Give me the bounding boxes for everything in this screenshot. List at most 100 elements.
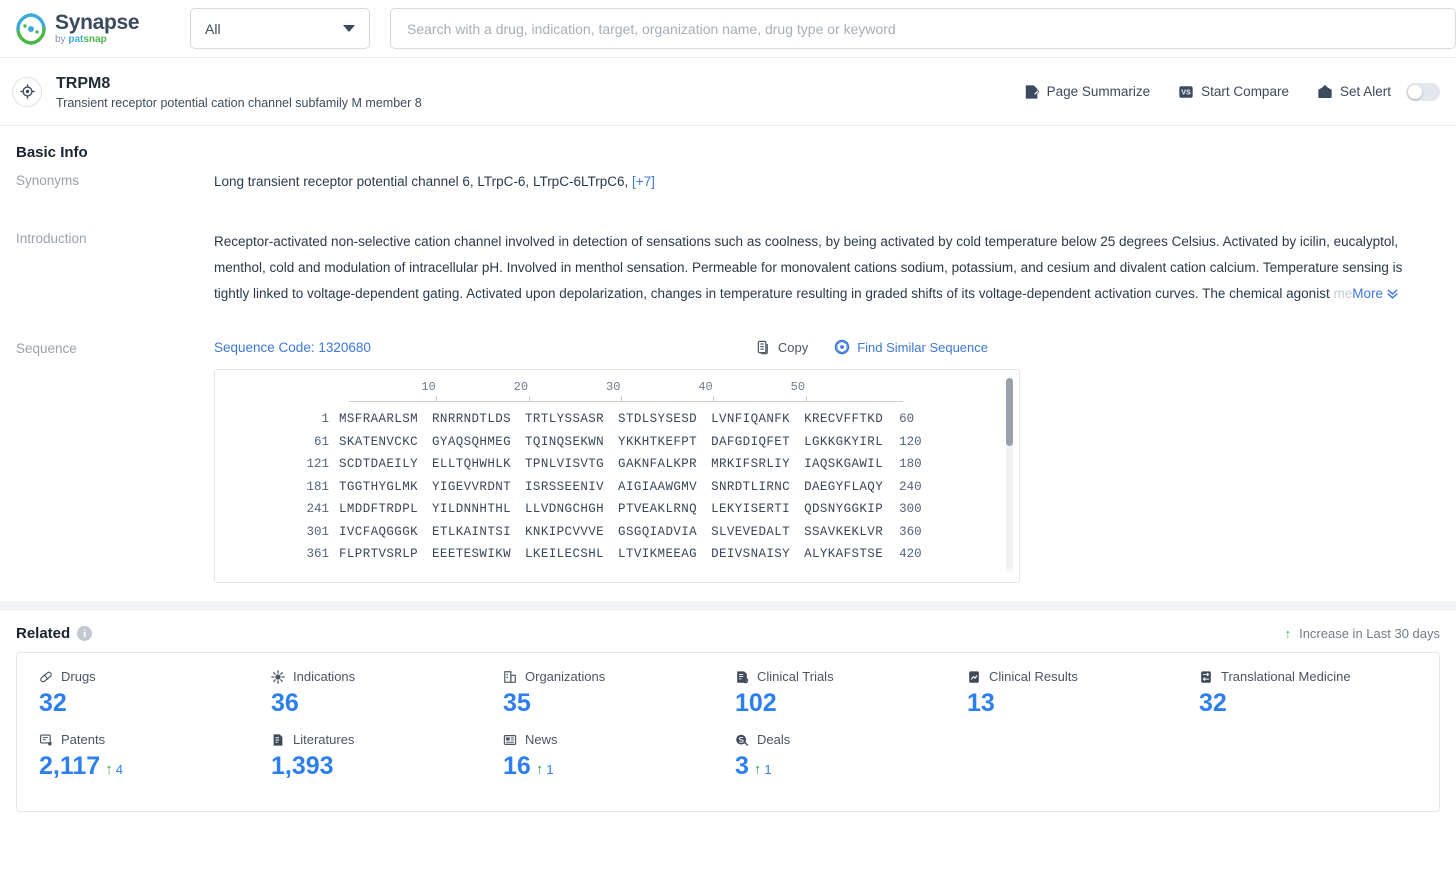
sequence-chunk: SCDTDAEILY: [339, 457, 419, 472]
start-compare-button[interactable]: VS Start Compare: [1178, 84, 1289, 100]
page-summarize-label: Page Summarize: [1046, 84, 1151, 99]
page-title: TRPM8: [56, 74, 111, 92]
info-icon[interactable]: i: [77, 626, 93, 641]
chevron-down-icon: [343, 25, 355, 32]
global-search-input[interactable]: Search with a drug, indication, target, …: [390, 8, 1456, 49]
sequence-scrollbar-thumb[interactable]: [1006, 378, 1013, 446]
related-stat-value-row: 36: [271, 689, 481, 718]
search-scope-select[interactable]: All: [190, 8, 370, 49]
related-stat-value: 32: [1199, 689, 1227, 717]
up-arrow-icon: ↑: [753, 761, 762, 778]
sequence-line: 61 SKATENVCKC GYAQSQHMEG TQINQSEKWN YKKHTKEF…: [215, 431, 1019, 454]
section-divider: [0, 601, 1456, 611]
related-stat-value: 102: [735, 689, 777, 717]
related-stat-indications[interactable]: Indications 36: [249, 669, 481, 718]
deals-icon: [735, 733, 749, 747]
related-stat-organizations[interactable]: Organizations 35: [481, 669, 713, 718]
sequence-chunk: KRECVFFTKD: [804, 412, 884, 427]
clinical-trials-icon: [735, 670, 749, 684]
related-stat-value-row: 13: [967, 689, 1177, 718]
set-alert-label: Set Alert: [1339, 84, 1391, 99]
introduction-more-link[interactable]: More: [1352, 286, 1399, 301]
related-stats-grid: Drugs 32 Indications 36 Organizations 35 Clini…: [17, 669, 1439, 795]
entity-description: Transient receptor potential cation chan…: [56, 95, 422, 110]
sequence-line: 181 TGGTHYGLMK YIGEVVRDNT ISRSSEENIV AIGIAAW…: [215, 476, 1019, 499]
related-stat-news[interactable]: News 16 ↑ 1: [481, 732, 713, 781]
sequence-chunk: MRKIFSRLIY: [711, 457, 791, 472]
sequence-chunk: TPNLVISVTG: [525, 457, 605, 472]
related-stat-value-row: 32: [1199, 689, 1409, 718]
logo-pat: pat: [68, 34, 84, 45]
sequence-chunk: ELLTQHWHLK: [432, 457, 512, 472]
sequence-line-chunks: TGGTHYGLMK YIGEVVRDNT ISRSSEENIV AIGIAAWGMV…: [339, 480, 883, 494]
sequence-ruler-tick: 30: [606, 380, 621, 394]
related-stat-label: Patents: [61, 732, 106, 747]
sequence-chunk: SSAVKEKLVR: [804, 524, 884, 539]
related-stat-value-row: 35: [503, 689, 713, 718]
copy-icon: [756, 340, 771, 355]
related-stat-deals[interactable]: Deals 3 ↑ 1: [713, 732, 945, 781]
set-alert-toggle[interactable]: [1406, 82, 1440, 101]
page-summarize-icon: [1024, 84, 1040, 100]
copy-sequence-button[interactable]: Copy: [756, 340, 808, 355]
synonyms-more-link[interactable]: [+7]: [632, 174, 655, 189]
synapse-logo[interactable]: Synapse by patsnap: [14, 12, 174, 46]
sequence-line-chunks: LMDDFTRDPL YILDNNHTHL LLVDNGCHGH PTVEAKLRNQ…: [339, 502, 883, 516]
related-stat-label: Drugs: [61, 669, 96, 684]
sequence-code-link[interactable]: Sequence Code: 1320680: [214, 340, 371, 355]
sequence-line-start: 181: [306, 479, 329, 494]
sequence-line-start: 121: [306, 457, 329, 472]
related-stat-label-row: Organizations: [503, 669, 713, 684]
related-stat-clinical-results[interactable]: Clinical Results 13: [945, 669, 1177, 718]
logo-subtitle: by patsnap: [55, 35, 139, 45]
related-stat-literatures[interactable]: Literatures 1,393: [249, 732, 481, 781]
page-summarize-button[interactable]: Page Summarize: [1024, 84, 1151, 100]
set-alert-button[interactable]: Set Alert: [1317, 82, 1440, 101]
related-stat-value: 35: [503, 689, 531, 717]
sequence-ruler-notch: [436, 396, 438, 402]
sequence-chunk: GAKNFALKPR: [618, 457, 698, 472]
related-stat-label-row: Deals: [735, 732, 945, 747]
related-stat-label-row: Translational Medicine: [1199, 669, 1409, 684]
related-stat-value: 36: [271, 689, 299, 717]
sequence-chunk: ISRSSEENIV: [525, 479, 605, 494]
sequence-chunk: YKKHTKEFPT: [618, 434, 698, 449]
related-stat-label-row: Patents: [39, 732, 249, 747]
sequence-label: Sequence: [16, 341, 77, 356]
find-similar-sequence-button[interactable]: Find Similar Sequence: [834, 339, 988, 355]
introduction-label: Introduction: [16, 231, 87, 246]
related-stat-patents[interactable]: Patents 2,117 ↑ 4: [17, 732, 249, 781]
sequence-chunk: GYAQSQHMEG: [432, 434, 512, 449]
related-stat-value: 16: [503, 752, 531, 780]
logo-snap: snap: [83, 34, 107, 45]
sequence-chunk: FLPRTVSRLP: [339, 547, 419, 562]
sequence-chunk: YIGEVVRDNT: [432, 479, 512, 494]
synonyms-row: Synonyms Long transient receptor potenti…: [16, 171, 1440, 193]
sequence-viewer[interactable]: 10 20 30 40 50 1 MSFRAARLSM RNRRNDTLDS TRTLYSSA…: [214, 369, 1020, 583]
related-stat-value-row: 102: [735, 689, 945, 718]
sequence-line-chunks: SKATENVCKC GYAQSQHMEG TQINQSEKWN YKKHTKEFPT…: [339, 435, 883, 449]
sequence-chunk: EEETESWIKW: [432, 547, 512, 562]
alert-bell-icon: [1317, 84, 1333, 100]
synonyms-value-wrap: Long transient receptor potential channe…: [214, 171, 1440, 193]
entity-title-block: TRPM8 Transient receptor potential catio…: [56, 74, 1024, 110]
sequence-line: 121 SCDTDAEILY ELLTQHWHLK TPNLVISVTG GAKNFAL…: [215, 453, 1019, 476]
sequence-scrollbar[interactable]: [1006, 378, 1013, 574]
related-stat-drugs[interactable]: Drugs 32: [17, 669, 249, 718]
logo-by: by: [55, 34, 69, 45]
related-stat-clinical-trials[interactable]: Clinical Trials 102: [713, 669, 945, 718]
search-scope-value: All: [205, 20, 221, 37]
sequence-chunk: KNKIPCVVVE: [525, 524, 605, 539]
indications-icon: [271, 669, 285, 684]
sequence-chunk: LEKYISERTI: [711, 502, 791, 517]
sequence-ruler-tick: 50: [790, 380, 806, 394]
related-stat-label: News: [525, 732, 558, 747]
related-stat-translational-medicine[interactable]: Translational Medicine 32: [1177, 669, 1409, 718]
sequence-chunk: LMDDFTRDPL: [339, 502, 419, 517]
related-stat-value: 13: [967, 689, 995, 717]
sequence-chunk: TQINQSEKWN: [525, 434, 605, 449]
sequence-chunk: ALYKAFSTSE: [804, 547, 884, 562]
organizations-icon: [503, 670, 517, 684]
translational-medicine-icon: [1199, 670, 1213, 684]
sequence-line: 301 IVCFAQGGGK ETLKAINTSI KNKIPCVVVE GSGQIAD…: [215, 521, 1019, 544]
